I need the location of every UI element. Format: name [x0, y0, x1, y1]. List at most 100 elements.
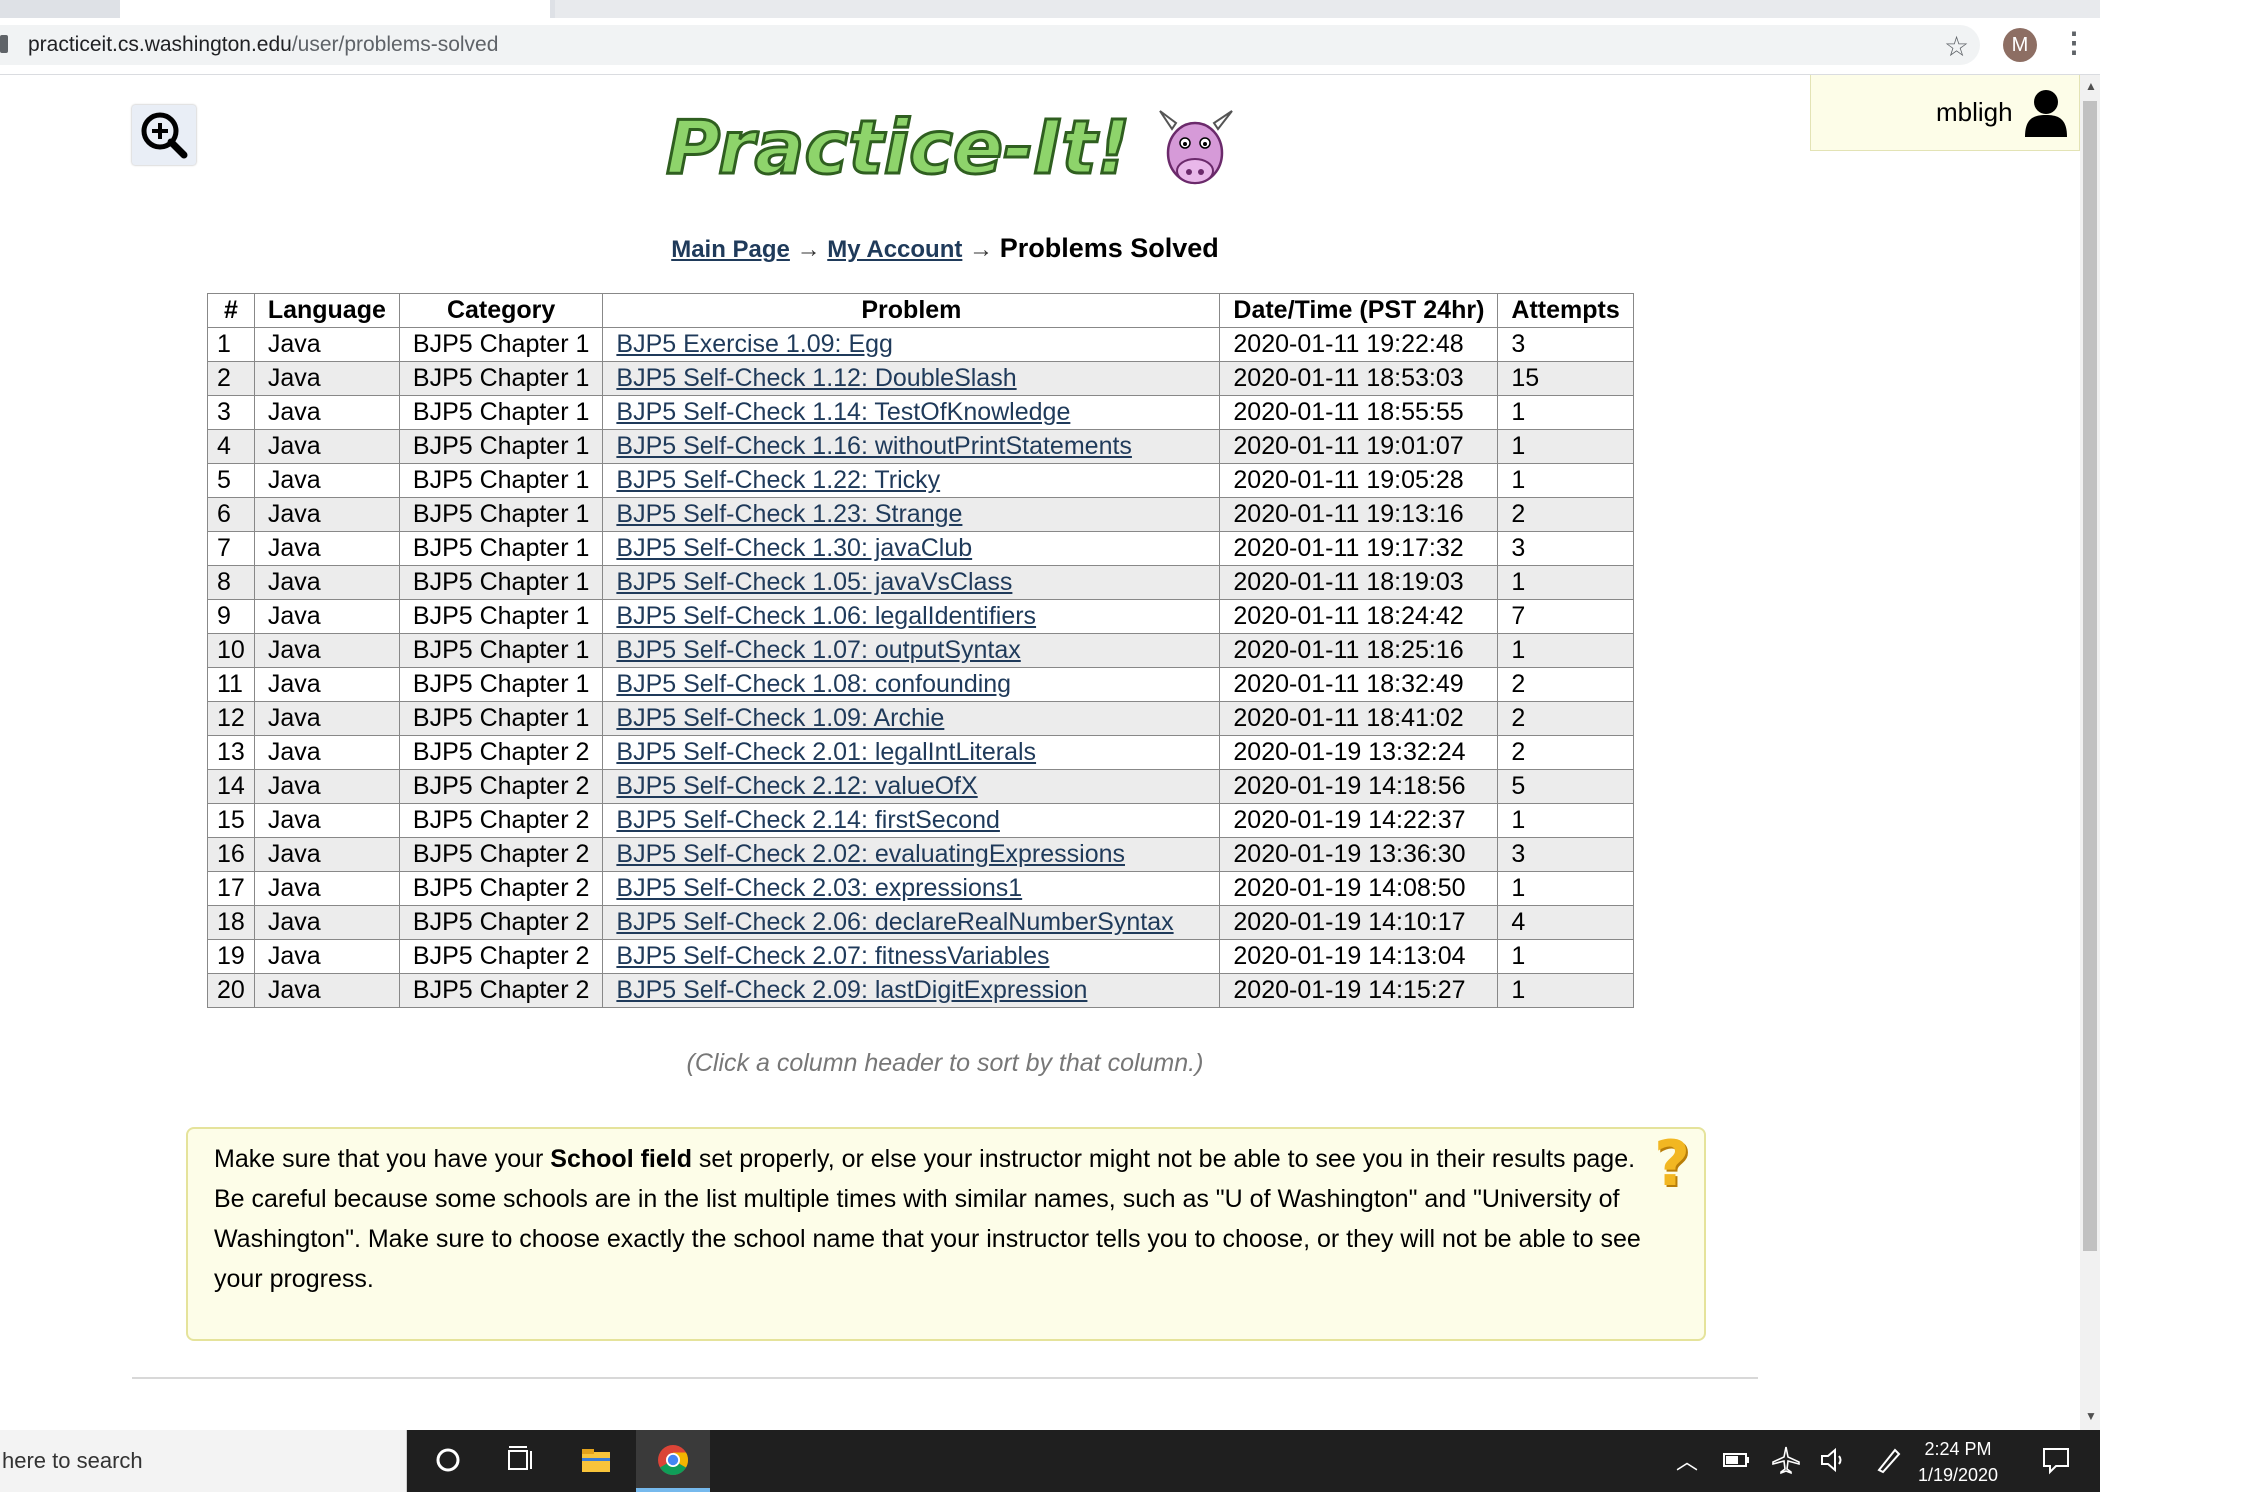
- cell-datetime: 2020-01-19 14:08:50: [1219, 871, 1499, 906]
- school-field-notice: Make sure that you have your School fiel…: [186, 1127, 1706, 1341]
- table-row: 3 Java BJP5 Chapter 1 BJP5 Self-Check 1.14:…: [207, 395, 1634, 430]
- breadcrumb-my-account-link[interactable]: My Account: [827, 236, 962, 263]
- problem-link[interactable]: BJP5 Self-Check 2.03: expressions1: [616, 874, 1022, 902]
- browser-menu-icon[interactable]: ⋮: [2060, 26, 2088, 59]
- problem-link[interactable]: BJP5 Self-Check 1.12: DoubleSlash: [616, 364, 1016, 392]
- table-row: 5 Java BJP5 Chapter 1 BJP5 Self-Check 1.22:…: [207, 463, 1634, 498]
- cell-category: BJP5 Chapter 1: [398, 599, 604, 634]
- cell-category: BJP5 Chapter 2: [398, 803, 604, 838]
- zoom-in-button[interactable]: [132, 105, 196, 165]
- problem-link[interactable]: BJP5 Self-Check 2.07: fitnessVariables: [616, 942, 1049, 970]
- cell-datetime: 2020-01-19 14:15:27: [1219, 973, 1499, 1008]
- page-viewport: Practice-It! mbligh Main Page → My Accou…: [0, 75, 2080, 1430]
- tab-active[interactable]: [120, 0, 550, 18]
- username[interactable]: mbligh: [1936, 97, 2013, 128]
- page-title: Problems Solved: [999, 233, 1219, 263]
- breadcrumb-main-page-link[interactable]: Main Page: [671, 236, 790, 263]
- cell-category: BJP5 Chapter 1: [398, 667, 604, 702]
- column-header-language[interactable]: Language: [253, 293, 400, 328]
- table-row: 7 Java BJP5 Chapter 1 BJP5 Self-Check 1.30:…: [207, 531, 1634, 566]
- table-row: 15 Java BJP5 Chapter 2 BJP5 Self-Check 2.14…: [207, 803, 1634, 838]
- column-header-attempts[interactable]: Attempts: [1497, 293, 1634, 328]
- chrome-icon[interactable]: [657, 1444, 689, 1476]
- page-scrollbar[interactable]: ▲ ▼: [2080, 75, 2100, 1430]
- cell-category: BJP5 Chapter 1: [398, 327, 604, 362]
- scrollbar-thumb[interactable]: [2083, 101, 2097, 1251]
- column-header-problem[interactable]: Problem: [602, 293, 1221, 328]
- cell-language: Java: [253, 871, 400, 906]
- problem-link[interactable]: BJP5 Exercise 1.09: Egg: [616, 330, 893, 358]
- show-hidden-icons-icon[interactable]: ︿: [1676, 1444, 1698, 1476]
- notice-text-before: Make sure that you have your: [214, 1145, 551, 1173]
- cell-language: Java: [253, 769, 400, 804]
- cell-problem: BJP5 Self-Check 2.12: valueOfX: [602, 769, 1221, 804]
- cell-datetime: 2020-01-19 14:22:37: [1219, 803, 1499, 838]
- problem-link[interactable]: BJP5 Self-Check 1.23: Strange: [616, 500, 962, 528]
- table-row: 16 Java BJP5 Chapter 2 BJP5 Self-Check 2.02…: [207, 837, 1634, 872]
- file-explorer-icon[interactable]: [580, 1444, 612, 1476]
- airplane-mode-icon[interactable]: [1770, 1444, 1802, 1476]
- clock-date: 1/19/2020: [1917, 1465, 1999, 1485]
- table-row: 1 Java BJP5 Chapter 1 BJP5 Exercise 1.09: E…: [207, 327, 1634, 362]
- taskbar-search-box[interactable]: here to search: [0, 1430, 407, 1492]
- cell-problem: BJP5 Self-Check 2.03: expressions1: [602, 871, 1221, 906]
- cell-language: Java: [253, 633, 400, 668]
- cell-problem: BJP5 Self-Check 2.14: firstSecond: [602, 803, 1221, 838]
- column-header-number[interactable]: #: [207, 293, 255, 328]
- problem-link[interactable]: BJP5 Self-Check 2.02: evaluatingExpressi…: [616, 840, 1125, 868]
- cell-problem: BJP5 Self-Check 1.07: outputSyntax: [602, 633, 1221, 668]
- profile-avatar[interactable]: M: [2003, 28, 2037, 62]
- cell-problem: BJP5 Self-Check 1.14: TestOfKnowledge: [602, 395, 1221, 430]
- cell-attempts: 1: [1497, 463, 1634, 498]
- problem-link[interactable]: BJP5 Self-Check 2.01: legalIntLiterals: [616, 738, 1036, 766]
- tab-inactive[interactable]: [555, 0, 2100, 18]
- cell-category: BJP5 Chapter 2: [398, 939, 604, 974]
- cell-attempts: 1: [1497, 395, 1634, 430]
- cortana-icon[interactable]: [432, 1444, 464, 1476]
- pen-workspace-icon[interactable]: [1873, 1444, 1905, 1476]
- problem-link[interactable]: BJP5 Self-Check 2.06: declareRealNumberS…: [616, 908, 1173, 936]
- lock-icon[interactable]: [0, 35, 8, 53]
- problem-link[interactable]: BJP5 Self-Check 1.07: outputSyntax: [616, 636, 1020, 664]
- user-icon[interactable]: [2023, 89, 2069, 137]
- problem-link[interactable]: BJP5 Self-Check 2.09: lastDigitExpressio…: [616, 976, 1087, 1004]
- column-header-datetime[interactable]: Date/Time (PST 24hr): [1219, 293, 1499, 328]
- question-mark-icon: ?: [1654, 1127, 1690, 1200]
- tab-strip: [0, 0, 2100, 18]
- cell-number: 13: [207, 735, 255, 770]
- problem-link[interactable]: BJP5 Self-Check 1.05: javaVsClass: [616, 568, 1012, 596]
- taskbar-clock[interactable]: 2:24 PM 1/19/2020: [1908, 1436, 2008, 1488]
- problem-link[interactable]: BJP5 Self-Check 1.06: legalIdentifiers: [616, 602, 1036, 630]
- problem-link[interactable]: BJP5 Self-Check 1.22: Tricky: [616, 466, 940, 494]
- cell-number: 7: [207, 531, 255, 566]
- table-row: 8 Java BJP5 Chapter 1 BJP5 Self-Check 1.05:…: [207, 565, 1634, 600]
- problem-link[interactable]: BJP5 Self-Check 1.09: Archie: [616, 704, 944, 732]
- bookmark-star-icon[interactable]: ☆: [1944, 30, 1969, 63]
- problem-link[interactable]: BJP5 Self-Check 2.12: valueOfX: [616, 772, 977, 800]
- task-view-icon[interactable]: [505, 1444, 537, 1476]
- zoom-in-icon: [141, 112, 188, 159]
- table-row: 10 Java BJP5 Chapter 1 BJP5 Self-Check 1.07…: [207, 633, 1634, 668]
- cell-problem: BJP5 Self-Check 1.23: Strange: [602, 497, 1221, 532]
- practice-it-logo[interactable]: Practice-It!: [660, 93, 1240, 193]
- scroll-up-arrow-icon[interactable]: ▲: [2085, 79, 2097, 93]
- user-account-box[interactable]: mbligh: [1810, 75, 2080, 151]
- cell-category: BJP5 Chapter 2: [398, 973, 604, 1008]
- problem-link[interactable]: BJP5 Self-Check 1.08: confounding: [616, 670, 1011, 698]
- cell-number: 6: [207, 497, 255, 532]
- cell-number: 11: [207, 667, 255, 702]
- problem-link[interactable]: BJP5 Self-Check 2.14: firstSecond: [616, 806, 1000, 834]
- scroll-down-arrow-icon[interactable]: ▼: [2085, 1409, 2097, 1423]
- cell-datetime: 2020-01-19 14:18:56: [1219, 769, 1499, 804]
- cell-attempts: 5: [1497, 769, 1634, 804]
- problem-link[interactable]: BJP5 Self-Check 1.14: TestOfKnowledge: [616, 398, 1070, 426]
- cell-number: 16: [207, 837, 255, 872]
- problem-link[interactable]: BJP5 Self-Check 1.16: withoutPrintStatem…: [616, 432, 1132, 460]
- action-center-icon[interactable]: [2040, 1444, 2072, 1476]
- url-text[interactable]: practiceit.cs.washington.edu/user/proble…: [28, 33, 498, 57]
- battery-icon[interactable]: [1720, 1444, 1752, 1476]
- volume-icon[interactable]: [1818, 1444, 1850, 1476]
- table-row: 18 Java BJP5 Chapter 2 BJP5 Self-Check 2.06…: [207, 905, 1634, 940]
- problem-link[interactable]: BJP5 Self-Check 1.30: javaClub: [616, 534, 972, 562]
- column-header-category[interactable]: Category: [398, 293, 604, 328]
